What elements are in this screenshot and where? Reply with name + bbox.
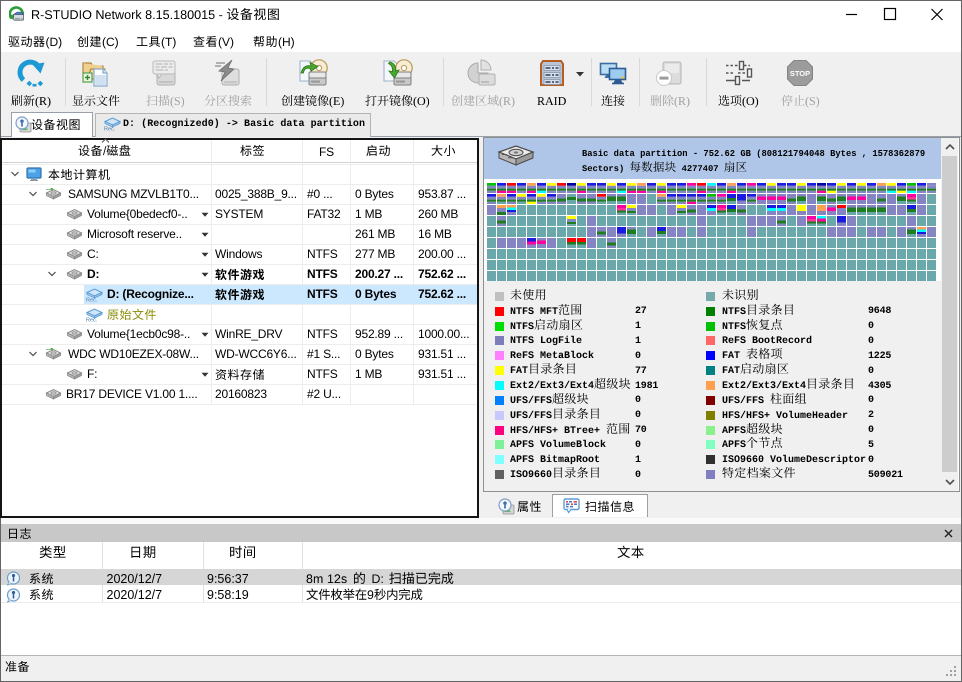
svg-text:STOP: STOP bbox=[790, 69, 810, 78]
svg-text:Rec.: Rec. bbox=[86, 298, 98, 303]
svg-text:Rec.: Rec. bbox=[86, 318, 98, 323]
svg-text:Rec.: Rec. bbox=[104, 127, 116, 132]
